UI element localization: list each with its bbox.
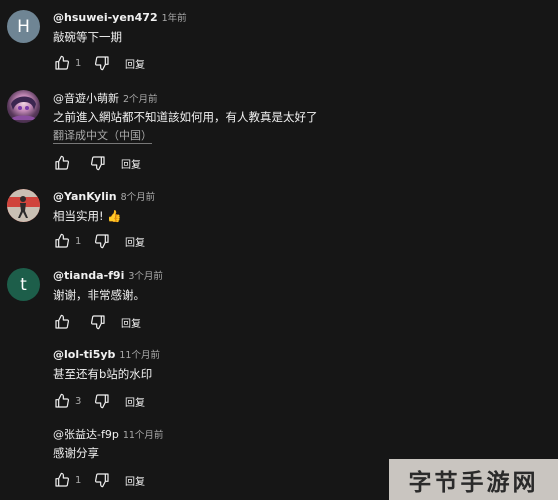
thumbs-up-icon[interactable] bbox=[53, 392, 71, 410]
like-count: 3 bbox=[75, 395, 82, 407]
avatar-letter: t bbox=[20, 274, 27, 295]
reply-button[interactable]: 回复 bbox=[125, 56, 145, 71]
comment-actions: 1 回复 bbox=[53, 471, 145, 489]
like-count: 1 bbox=[75, 235, 82, 247]
anime-avatar-icon bbox=[10, 96, 37, 120]
comment-author[interactable]: @张益达-f9p bbox=[53, 428, 119, 441]
thumbs-up-icon[interactable] bbox=[53, 313, 71, 331]
thumbs-down-icon[interactable] bbox=[89, 313, 107, 331]
comment-actions: 回复 bbox=[53, 313, 141, 331]
comment-time[interactable]: 2个月前 bbox=[123, 94, 158, 105]
reply-button[interactable]: 回复 bbox=[125, 234, 145, 249]
person-avatar-icon bbox=[7, 189, 40, 222]
comment-time[interactable]: 11个月前 bbox=[119, 350, 160, 361]
comment-author[interactable]: @hsuwei-yen472 bbox=[53, 11, 158, 24]
comment-header: @lol-ti5yb 11个月前 bbox=[53, 348, 160, 362]
thumbs-up-icon[interactable] bbox=[53, 232, 71, 250]
comment-text: 之前進入網站都不知道該如何用，有人教真是太好了 bbox=[53, 110, 318, 124]
comment-text: 谢谢，非常感谢。 bbox=[53, 288, 145, 302]
comment-actions: 回复 bbox=[53, 154, 141, 172]
reply-button[interactable]: 回复 bbox=[121, 156, 141, 171]
comment-author[interactable]: @音遊小萌新 bbox=[53, 92, 119, 105]
comment-text: 相当实用! 👍 bbox=[53, 209, 122, 223]
comment-time[interactable]: 1年前 bbox=[162, 13, 187, 24]
reply-button[interactable]: 回复 bbox=[121, 315, 141, 330]
comment-actions: 3 回复 bbox=[53, 392, 145, 410]
reply-button[interactable]: 回复 bbox=[125, 473, 145, 488]
comment-text: 甚至还有b站的水印 bbox=[53, 367, 153, 381]
site-watermark: 字节手游网 bbox=[389, 459, 558, 500]
comment-author[interactable]: @YanKylin bbox=[53, 190, 117, 203]
comment-time[interactable]: 8个月前 bbox=[121, 192, 156, 203]
like-count: 1 bbox=[75, 474, 82, 486]
thumbs-down-icon[interactable] bbox=[93, 471, 111, 489]
comment-author[interactable]: @lol-ti5yb bbox=[53, 348, 115, 361]
comment-time[interactable]: 3个月前 bbox=[128, 271, 163, 282]
comment-actions: 1 回复 bbox=[53, 232, 145, 250]
comment-actions: 1 回复 bbox=[53, 54, 145, 72]
avatar[interactable] bbox=[7, 189, 40, 222]
translate-link[interactable]: 翻译成中文（中国） bbox=[53, 129, 152, 144]
thumbs-up-icon[interactable] bbox=[53, 154, 71, 172]
comment-text: 敲碗等下一期 bbox=[53, 30, 122, 44]
thumbs-down-icon[interactable] bbox=[93, 232, 111, 250]
comment-time[interactable]: 11个月前 bbox=[123, 430, 164, 441]
comment-header: @张益达-f9p 11个月前 bbox=[53, 428, 163, 442]
avatar[interactable] bbox=[7, 90, 40, 123]
comment-header: @hsuwei-yen472 1年前 bbox=[53, 11, 187, 25]
comment-text: 感谢分享 bbox=[53, 446, 99, 460]
avatar[interactable]: t bbox=[7, 268, 40, 301]
comment-header: @音遊小萌新 2个月前 bbox=[53, 92, 158, 106]
thumbs-down-icon[interactable] bbox=[93, 54, 111, 72]
avatar[interactable]: H bbox=[7, 10, 40, 43]
like-count: 1 bbox=[75, 57, 82, 69]
reply-button[interactable]: 回复 bbox=[125, 394, 145, 409]
thumbs-down-icon[interactable] bbox=[93, 392, 111, 410]
comment-header: @tianda-f9i 3个月前 bbox=[53, 269, 163, 283]
watermark-text: 字节手游网 bbox=[408, 469, 539, 496]
comment-header: @YanKylin 8个月前 bbox=[53, 190, 155, 204]
avatar-letter: H bbox=[17, 16, 30, 37]
thumbs-up-icon[interactable] bbox=[53, 54, 71, 72]
thumbs-down-icon[interactable] bbox=[89, 154, 107, 172]
thumbs-up-icon[interactable] bbox=[53, 471, 71, 489]
comment-author[interactable]: @tianda-f9i bbox=[53, 269, 124, 282]
